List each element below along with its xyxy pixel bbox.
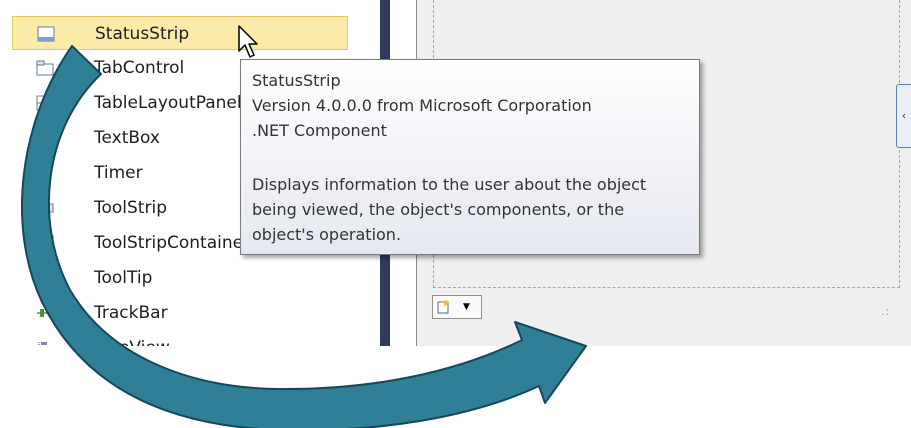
component-tray-dropdown[interactable]: ▼ [432,295,482,319]
new-item-icon [437,299,450,314]
toolbox-item-label: ToolTip [94,268,153,288]
tooltip-title: StatusStrip [252,71,341,90]
toolstripcontainer-icon [36,235,54,251]
toolstrip-icon [36,203,54,213]
toolbox-item-label: ToolStrip [94,198,167,218]
statusstrip-icon [37,26,55,42]
tablelayoutpanel-icon [36,95,54,111]
toolbox-item-label: StatusStrip [95,24,190,44]
tooltip-kind: .NET Component [252,121,387,140]
toolbox-item-label: TreeView [94,338,170,346]
tooltip-popup: StatusStrip Version 4.0.0.0 from Microso… [240,59,700,255]
toolbox-item-label: TableLayoutPanel [94,93,242,113]
chevron-down-icon: ▼ [463,302,470,312]
toolbox-item-statusstrip[interactable]: StatusStrip [12,16,348,50]
tabcontrol-icon [36,60,54,76]
tooltip-description-line: Displays information to the user about t… [252,175,647,194]
chevron-left-icon: ‹ [901,109,907,122]
tooltip-version: Version 4.0.0.0 from Microsoft Corporati… [252,96,592,115]
textbox-icon [36,132,54,144]
toolbox-item-label: TextBox [94,128,160,148]
toolbox-item-treeview[interactable]: TreeView [12,331,348,346]
toolbox-item-label: ToolStripContainer [94,233,251,253]
treeview-icon [38,342,47,346]
toolbox-item-label: TrackBar [94,303,168,323]
toolbox-item-tooltip[interactable]: ToolTip [12,261,348,295]
tooltip-icon [37,270,54,286]
tooltip-description-line: being viewed, the object's components, o… [252,200,625,219]
toolbox-item-label: TabControl [94,58,185,78]
toolbox-item-trackbar[interactable]: TrackBar [12,296,348,330]
trackbar-icon [37,309,53,317]
timer-icon [38,167,52,181]
tooltip-description-line: object's operation. [252,225,402,244]
collapse-panel-tab[interactable]: ‹ [896,84,911,148]
toolbox-item-label: Timer [94,163,143,183]
resize-grip-icon[interactable]: .: [881,305,890,318]
mouse-cursor-icon [238,25,258,58]
